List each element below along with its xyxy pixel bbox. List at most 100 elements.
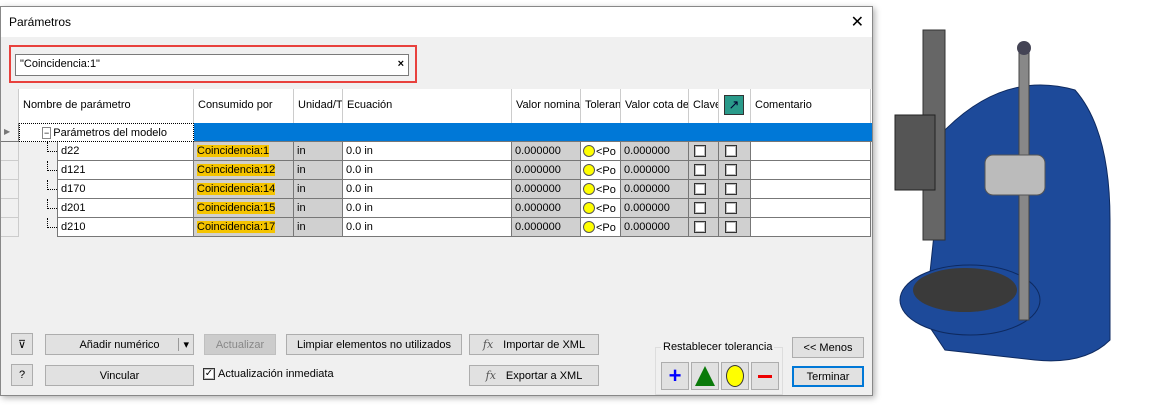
help-icon[interactable]: ? [11, 364, 33, 386]
import-xml-button[interactable]: fx Importar de XML [469, 334, 599, 355]
row-header[interactable] [1, 161, 19, 180]
export-xml-button[interactable]: fx Exportar a XML [469, 365, 599, 386]
parameter-name[interactable]: d210 [57, 218, 194, 237]
collapse-icon[interactable]: − [42, 127, 52, 139]
unit-cell[interactable]: in [294, 142, 343, 161]
table-row[interactable]: d210 Coincidencia:17 in 0.0 in 0.000000 … [1, 218, 872, 237]
col-nominal[interactable]: Valor nominal [512, 89, 581, 123]
equation-cell[interactable]: 0.0 in [343, 161, 512, 180]
export-checkbox[interactable] [725, 202, 737, 214]
key-cell[interactable] [689, 161, 719, 180]
equation-cell[interactable]: 0.0 in [343, 142, 512, 161]
parameter-name[interactable]: d121 [57, 161, 194, 180]
clear-search-icon[interactable]: × [398, 58, 404, 70]
table-row[interactable]: d170 Coincidencia:14 in 0.0 in 0.000000 … [1, 180, 872, 199]
key-cell[interactable] [689, 199, 719, 218]
key-cell[interactable] [689, 180, 719, 199]
close-icon[interactable]: ✕ [851, 12, 864, 32]
export-cell[interactable] [719, 180, 751, 199]
checkbox-checked-icon[interactable]: ✓ [203, 368, 215, 380]
unit-cell[interactable]: in [294, 218, 343, 237]
row-header[interactable] [1, 199, 19, 218]
col-comment[interactable]: Comentario [751, 89, 871, 123]
group-cell[interactable]: − Parámetros del modelo [19, 123, 194, 142]
parameter-name[interactable]: d170 [57, 180, 194, 199]
comment-cell[interactable] [751, 199, 871, 218]
tolerance-cell[interactable]: <Po [581, 180, 621, 199]
table-row[interactable]: d121 Coincidencia:12 in 0.0 in 0.000000 … [1, 161, 872, 180]
col-model-value[interactable]: Valor cota de [621, 89, 689, 123]
purge-button[interactable]: Limpiar elementos no utilizados [286, 334, 462, 355]
export-checkbox[interactable] [725, 183, 737, 195]
circle-tolerance-icon[interactable] [721, 362, 749, 390]
key-checkbox[interactable] [694, 202, 706, 214]
col-name[interactable]: Nombre de parámetro [19, 89, 194, 123]
row-header[interactable] [1, 142, 19, 161]
key-checkbox[interactable] [694, 164, 706, 176]
export-checkbox[interactable] [725, 221, 737, 233]
minus-tolerance-icon[interactable] [751, 362, 779, 390]
consumed-by-cell[interactable]: Coincidencia:1 [194, 142, 294, 161]
consumed-by-cell[interactable]: Coincidencia:14 [194, 180, 294, 199]
add-numeric-button[interactable]: Añadir numérico ▾ [45, 334, 194, 355]
less-button[interactable]: << Menos [792, 337, 864, 358]
row-header[interactable] [1, 218, 19, 237]
group-row[interactable]: ▶ − Parámetros del modelo [1, 123, 872, 142]
export-cell[interactable] [719, 218, 751, 237]
equation-cell[interactable]: 0.0 in [343, 199, 512, 218]
selection-bar [194, 123, 872, 142]
table-row[interactable]: d22 Coincidencia:1 in 0.0 in 0.000000 <P… [1, 142, 872, 161]
finish-button[interactable]: Terminar [792, 366, 864, 387]
consumed-by-cell[interactable]: Coincidencia:12 [194, 161, 294, 180]
tolerance-cell[interactable]: <Po [581, 161, 621, 180]
export-checkbox[interactable] [725, 164, 737, 176]
col-unit[interactable]: Unidad/T [294, 89, 343, 123]
link-button[interactable]: Vincular [45, 365, 194, 386]
plus-tolerance-icon[interactable]: + [661, 362, 689, 390]
tolerance-cell[interactable]: <Po [581, 142, 621, 161]
search-input[interactable]: "Coincidencia:1" × [15, 54, 409, 76]
key-checkbox[interactable] [694, 145, 706, 157]
tolerance-cell[interactable]: <Po [581, 199, 621, 218]
export-cell[interactable] [719, 142, 751, 161]
immediate-update-checkbox[interactable]: ✓ Actualización inmediata [203, 368, 334, 380]
key-checkbox[interactable] [694, 183, 706, 195]
tree-line [47, 218, 57, 228]
parameter-name[interactable]: d22 [57, 142, 194, 161]
col-key[interactable]: Clave [689, 89, 719, 123]
consumed-by-value: Coincidencia:12 [197, 164, 276, 176]
table-row[interactable]: d201 Coincidencia:15 in 0.0 in 0.000000 … [1, 199, 872, 218]
consumed-by-cell[interactable]: Coincidencia:17 [194, 218, 294, 237]
nominal-value-cell: 0.000000 [512, 142, 581, 161]
triangle-tolerance-icon[interactable] [691, 362, 719, 390]
equation-cell[interactable]: 0.0 in [343, 218, 512, 237]
consumed-by-cell[interactable]: Coincidencia:15 [194, 199, 294, 218]
export-cell[interactable] [719, 161, 751, 180]
export-cell[interactable] [719, 199, 751, 218]
parameter-name[interactable]: d201 [57, 199, 194, 218]
comment-cell[interactable] [751, 142, 871, 161]
col-export[interactable]: ↗ [719, 89, 751, 123]
row-header[interactable] [1, 180, 19, 199]
unit-cell[interactable]: in [294, 161, 343, 180]
export-checkbox[interactable] [725, 145, 737, 157]
unit-cell[interactable]: in [294, 180, 343, 199]
col-equation[interactable]: Ecuación [343, 89, 512, 123]
tolerance-cell[interactable]: <Po [581, 218, 621, 237]
comment-cell[interactable] [751, 218, 871, 237]
filter-icon[interactable]: ⊽ [11, 333, 33, 355]
key-cell[interactable] [689, 218, 719, 237]
tolerance-circle-icon [583, 221, 595, 233]
comment-cell[interactable] [751, 180, 871, 199]
col-consumed[interactable]: Consumido por [194, 89, 294, 123]
unit-cell[interactable]: in [294, 199, 343, 218]
comment-cell[interactable] [751, 161, 871, 180]
equation-cell[interactable]: 0.0 in [343, 180, 512, 199]
tree-line [47, 142, 57, 152]
col-tolerance[interactable]: Tolerancia [581, 89, 621, 123]
key-checkbox[interactable] [694, 221, 706, 233]
dropdown-arrow-icon[interactable]: ▾ [178, 338, 189, 351]
key-cell[interactable] [689, 142, 719, 161]
update-button[interactable]: Actualizar [204, 334, 276, 355]
model-value-cell: 0.000000 [621, 218, 689, 237]
